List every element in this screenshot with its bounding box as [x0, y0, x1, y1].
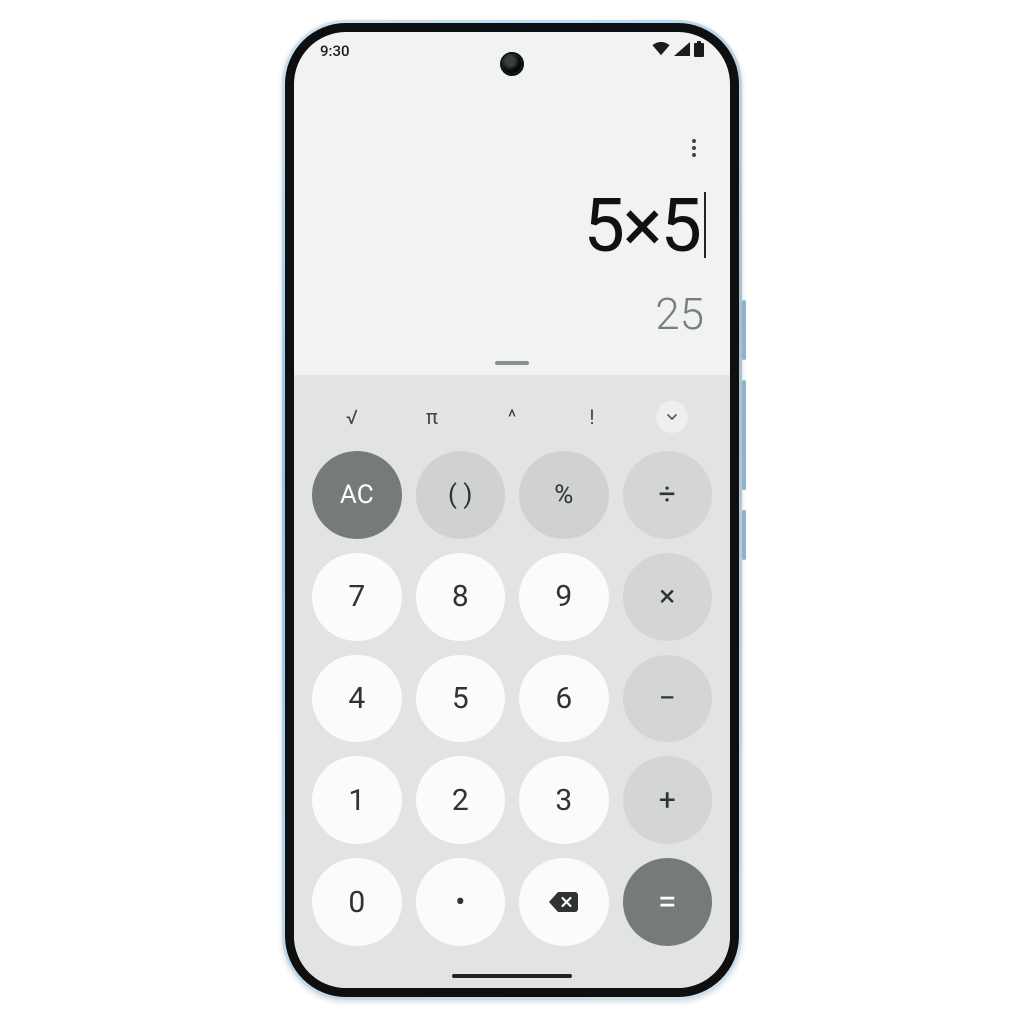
parentheses-button[interactable]: ( ) — [416, 451, 506, 539]
divide-button[interactable]: ÷ — [623, 451, 713, 539]
text-cursor — [704, 192, 706, 258]
percent-button[interactable]: % — [519, 451, 609, 539]
wifi-icon — [652, 42, 670, 60]
more-menu-button[interactable] — [682, 136, 706, 160]
minus-button[interactable]: − — [623, 655, 713, 743]
digit-9-button[interactable]: 9 — [519, 553, 609, 641]
digit-2-button[interactable]: 2 — [416, 756, 506, 844]
decimal-button[interactable]: • — [416, 858, 506, 946]
hardware-button — [742, 380, 746, 490]
plus-button[interactable]: + — [623, 756, 713, 844]
digit-6-button[interactable]: 6 — [519, 655, 609, 743]
calculator-display: 5×5 25 — [294, 70, 730, 375]
digit-1-button[interactable]: 1 — [312, 756, 402, 844]
drag-handle[interactable] — [495, 361, 529, 365]
digit-8-button[interactable]: 8 — [416, 553, 506, 641]
factorial-button[interactable]: ! — [589, 405, 594, 429]
clear-button[interactable]: AC — [312, 451, 402, 539]
power-button[interactable]: ^ — [508, 405, 516, 429]
home-indicator[interactable] — [452, 974, 572, 978]
digit-5-button[interactable]: 5 — [416, 655, 506, 743]
chevron-down-icon — [666, 411, 678, 423]
screen: 9:30 5×5 25 — [294, 32, 730, 988]
status-time: 9:30 — [320, 42, 350, 60]
result-preview: 25 — [655, 288, 704, 340]
battery-icon — [694, 41, 704, 61]
signal-icon — [674, 42, 690, 60]
hardware-button — [742, 510, 746, 560]
digit-7-button[interactable]: 7 — [312, 553, 402, 641]
pi-button[interactable]: π — [426, 405, 438, 429]
keypad-panel: √ π ^ ! AC ( ) % ÷ 7 8 9 × 4 5 6 − — [294, 375, 730, 988]
digit-4-button[interactable]: 4 — [312, 655, 402, 743]
digit-0-button[interactable]: 0 — [312, 858, 402, 946]
equals-button[interactable]: = — [623, 858, 713, 946]
multiply-button[interactable]: × — [623, 553, 713, 641]
expression-text: 5×5 — [583, 190, 700, 264]
expand-panel-button[interactable] — [656, 401, 688, 433]
sqrt-button[interactable]: √ — [346, 405, 358, 429]
hardware-button — [742, 300, 746, 360]
digit-3-button[interactable]: 3 — [519, 756, 609, 844]
backspace-icon — [547, 890, 581, 914]
backspace-button[interactable] — [519, 858, 609, 946]
expression-field[interactable]: 5×5 — [583, 190, 706, 264]
